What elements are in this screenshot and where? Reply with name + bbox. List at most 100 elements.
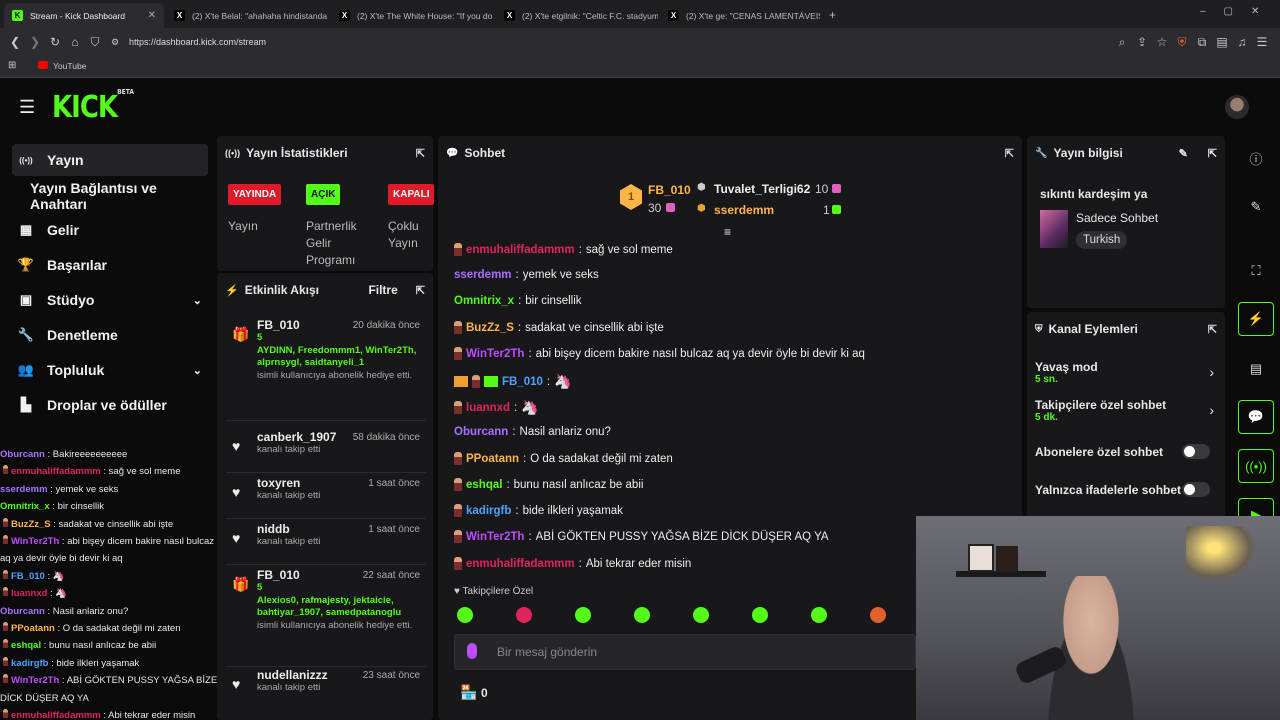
slow-mode-row[interactable]: Yavaş mod 5 sn. ›: [1035, 360, 1220, 390]
browser-tab[interactable]: X(2) X'te ge: "CENAS LAMENTÁVEIS! R✕: [660, 3, 820, 28]
popout-icon[interactable]: ⇱: [1208, 147, 1217, 160]
lightning-icon[interactable]: ⚡: [1238, 302, 1274, 336]
sidebar-item[interactable]: 🔧 Denetleme: [12, 319, 208, 351]
chat-username[interactable]: WinTer2Th: [466, 348, 524, 360]
leaderboard-third-name[interactable]: sserdemm: [714, 203, 774, 217]
chat-username[interactable]: kadirgfb: [11, 658, 48, 669]
reload-icon[interactable]: ↻: [45, 35, 65, 49]
filter-button[interactable]: Filtre: [368, 283, 397, 297]
hamburger-icon[interactable]: ☰: [19, 97, 35, 118]
category-name[interactable]: Sadece Sohbet: [1076, 211, 1158, 225]
zoom-icon[interactable]: ⌕: [1112, 35, 1132, 50]
chevron-down-icon[interactable]: ⌄: [193, 294, 202, 307]
forward-icon[interactable]: ❯: [25, 35, 45, 49]
close-tab-icon[interactable]: ✕: [148, 10, 156, 21]
chat-username[interactable]: FB_010: [502, 376, 543, 388]
chat-username[interactable]: Oburcann: [0, 449, 45, 460]
browser-tab[interactable]: X(2) X'te Belal: "ahahaha hindistanda a✕: [166, 3, 328, 28]
chat-username[interactable]: Omnitrix_x: [454, 295, 514, 307]
emote-icon[interactable]: [516, 607, 532, 623]
share-icon[interactable]: ⇪: [1132, 35, 1152, 49]
back-icon[interactable]: ❮: [5, 35, 25, 49]
media-icon[interactable]: ♫: [1232, 35, 1252, 49]
emote-icon[interactable]: [811, 607, 827, 623]
chat-username[interactable]: Omnitrix_x: [0, 501, 50, 512]
chat-username[interactable]: eshqal: [466, 479, 502, 491]
url-field[interactable]: https://dashboard.kick.com/stream: [129, 37, 266, 47]
popout-icon[interactable]: ⇱: [1208, 323, 1217, 336]
chat-username[interactable]: sserdemm: [454, 269, 512, 281]
popout-icon[interactable]: ⇱: [416, 284, 425, 297]
bookmark-icon[interactable]: ⛉: [85, 35, 105, 50]
site-settings-icon[interactable]: ⚙: [105, 37, 125, 48]
sidebar-item[interactable]: ((•)) Yayın: [12, 144, 208, 176]
chat-text: ABİ GÖKTEN PUSSY YAĞSA BİZE DİCK DÜŞER A…: [535, 530, 829, 543]
sidebar-item[interactable]: 🏆 Başarılar: [12, 249, 208, 281]
chat-input[interactable]: Bir mesaj gönderin: [454, 634, 916, 670]
chat-username[interactable]: Oburcann: [0, 606, 45, 617]
emote-icon[interactable]: [870, 607, 886, 623]
collapse-icon[interactable]: ≡: [724, 225, 731, 239]
chat-username[interactable]: PPoatann: [466, 453, 519, 465]
focus-icon[interactable]: ⛶: [1238, 254, 1274, 288]
home-icon[interactable]: ⌂: [65, 35, 85, 49]
sub-only-toggle[interactable]: [1182, 444, 1210, 459]
mic-emote-icon[interactable]: [467, 643, 477, 659]
window-controls[interactable]: –▢✕: [1200, 6, 1277, 17]
edit-icon[interactable]: ✎: [1238, 190, 1274, 224]
chat-username[interactable]: enmuhaliffadammm: [11, 710, 101, 720]
new-tab-button[interactable]: +: [829, 8, 836, 22]
chevron-down-icon[interactable]: ⌄: [193, 364, 202, 377]
chat-username[interactable]: kadirgfb: [466, 505, 511, 517]
bookmark-youtube[interactable]: YouTube: [53, 61, 86, 71]
menu-icon[interactable]: ☰: [1252, 35, 1272, 49]
chat-username[interactable]: sserdemm: [0, 484, 48, 495]
follower-only-row[interactable]: Takipçilere özel sohbet 5 dk. ›: [1035, 398, 1220, 428]
leaderboard-first-name[interactable]: FB_010: [648, 183, 691, 197]
chat-username[interactable]: luannxd: [11, 588, 47, 599]
popout-icon[interactable]: ⇱: [1005, 147, 1014, 160]
sidebar-item[interactable]: ▦ Gelir: [12, 214, 208, 246]
sidebar-item[interactable]: ▙ Droplar ve ödüller: [12, 389, 208, 421]
chat-username[interactable]: eshqal: [11, 640, 41, 651]
chat-username[interactable]: FB_010: [11, 571, 45, 582]
chat-username[interactable]: WinTer2Th: [466, 531, 524, 543]
emote-icon[interactable]: [693, 607, 709, 623]
extensions-icon[interactable]: ⧉: [1192, 35, 1212, 50]
browser-tab[interactable]: X (2) X'te etgilnik: "Celtic F.C. stadyum…: [496, 3, 658, 28]
sidebar-item[interactable]: 👥 Topluluk ⌄: [12, 354, 208, 386]
chat-username[interactable]: enmuhaliffadammm: [466, 558, 575, 570]
chat-username[interactable]: PPoatann: [11, 623, 55, 634]
broadcast-icon[interactable]: ((•)): [1238, 449, 1274, 483]
kick-logo[interactable]: KICKBETA: [52, 89, 134, 125]
chat-username[interactable]: Oburcann: [454, 426, 508, 438]
edit-icon[interactable]: ✎: [1179, 147, 1188, 160]
emote-icon[interactable]: [634, 607, 650, 623]
download-icon[interactable]: ▤: [1212, 35, 1232, 49]
emote-icon[interactable]: [457, 607, 473, 623]
chat-username[interactable]: luannxd: [466, 402, 510, 414]
star-icon[interactable]: ☆: [1152, 35, 1172, 49]
chat-username[interactable]: WinTer2Th: [11, 536, 59, 547]
browser-tab[interactable]: X(2) X'te The White House: "If you do✕: [331, 3, 493, 28]
emote-icon[interactable]: [752, 607, 768, 623]
chat-bubble-icon[interactable]: 💬: [1238, 400, 1274, 434]
chat-username[interactable]: BuzZz_S: [11, 519, 51, 530]
avatar[interactable]: [1225, 95, 1249, 119]
chat-username[interactable]: enmuhaliffadammm: [466, 244, 575, 256]
browser-tab[interactable]: K Stream - Kick Dashboard ✕: [4, 3, 164, 28]
chat-username[interactable]: enmuhaliffadammm: [11, 466, 101, 477]
sidebar-item[interactable]: Yayın Bağlantısı ve Anahtarı: [12, 180, 208, 212]
document-icon[interactable]: ▤: [1238, 352, 1274, 386]
heart-icon: ♥: [232, 530, 241, 546]
info-icon[interactable]: ⓘ: [1238, 141, 1274, 175]
store-icon[interactable]: 🏪: [460, 684, 477, 701]
extension-shield-icon[interactable]: ⛨: [1172, 35, 1192, 50]
sidebar-item[interactable]: ▣ Stüdyo ⌄: [12, 284, 208, 316]
emote-only-toggle[interactable]: [1182, 482, 1210, 497]
chat-username[interactable]: BuzZz_S: [466, 322, 514, 334]
leaderboard-second-name[interactable]: Tuvalet_Terligi62: [714, 182, 810, 196]
emote-icon[interactable]: [575, 607, 591, 623]
chat-username[interactable]: WinTer2Th: [11, 675, 59, 686]
apps-grid-icon[interactable]: ⊞: [8, 60, 16, 71]
